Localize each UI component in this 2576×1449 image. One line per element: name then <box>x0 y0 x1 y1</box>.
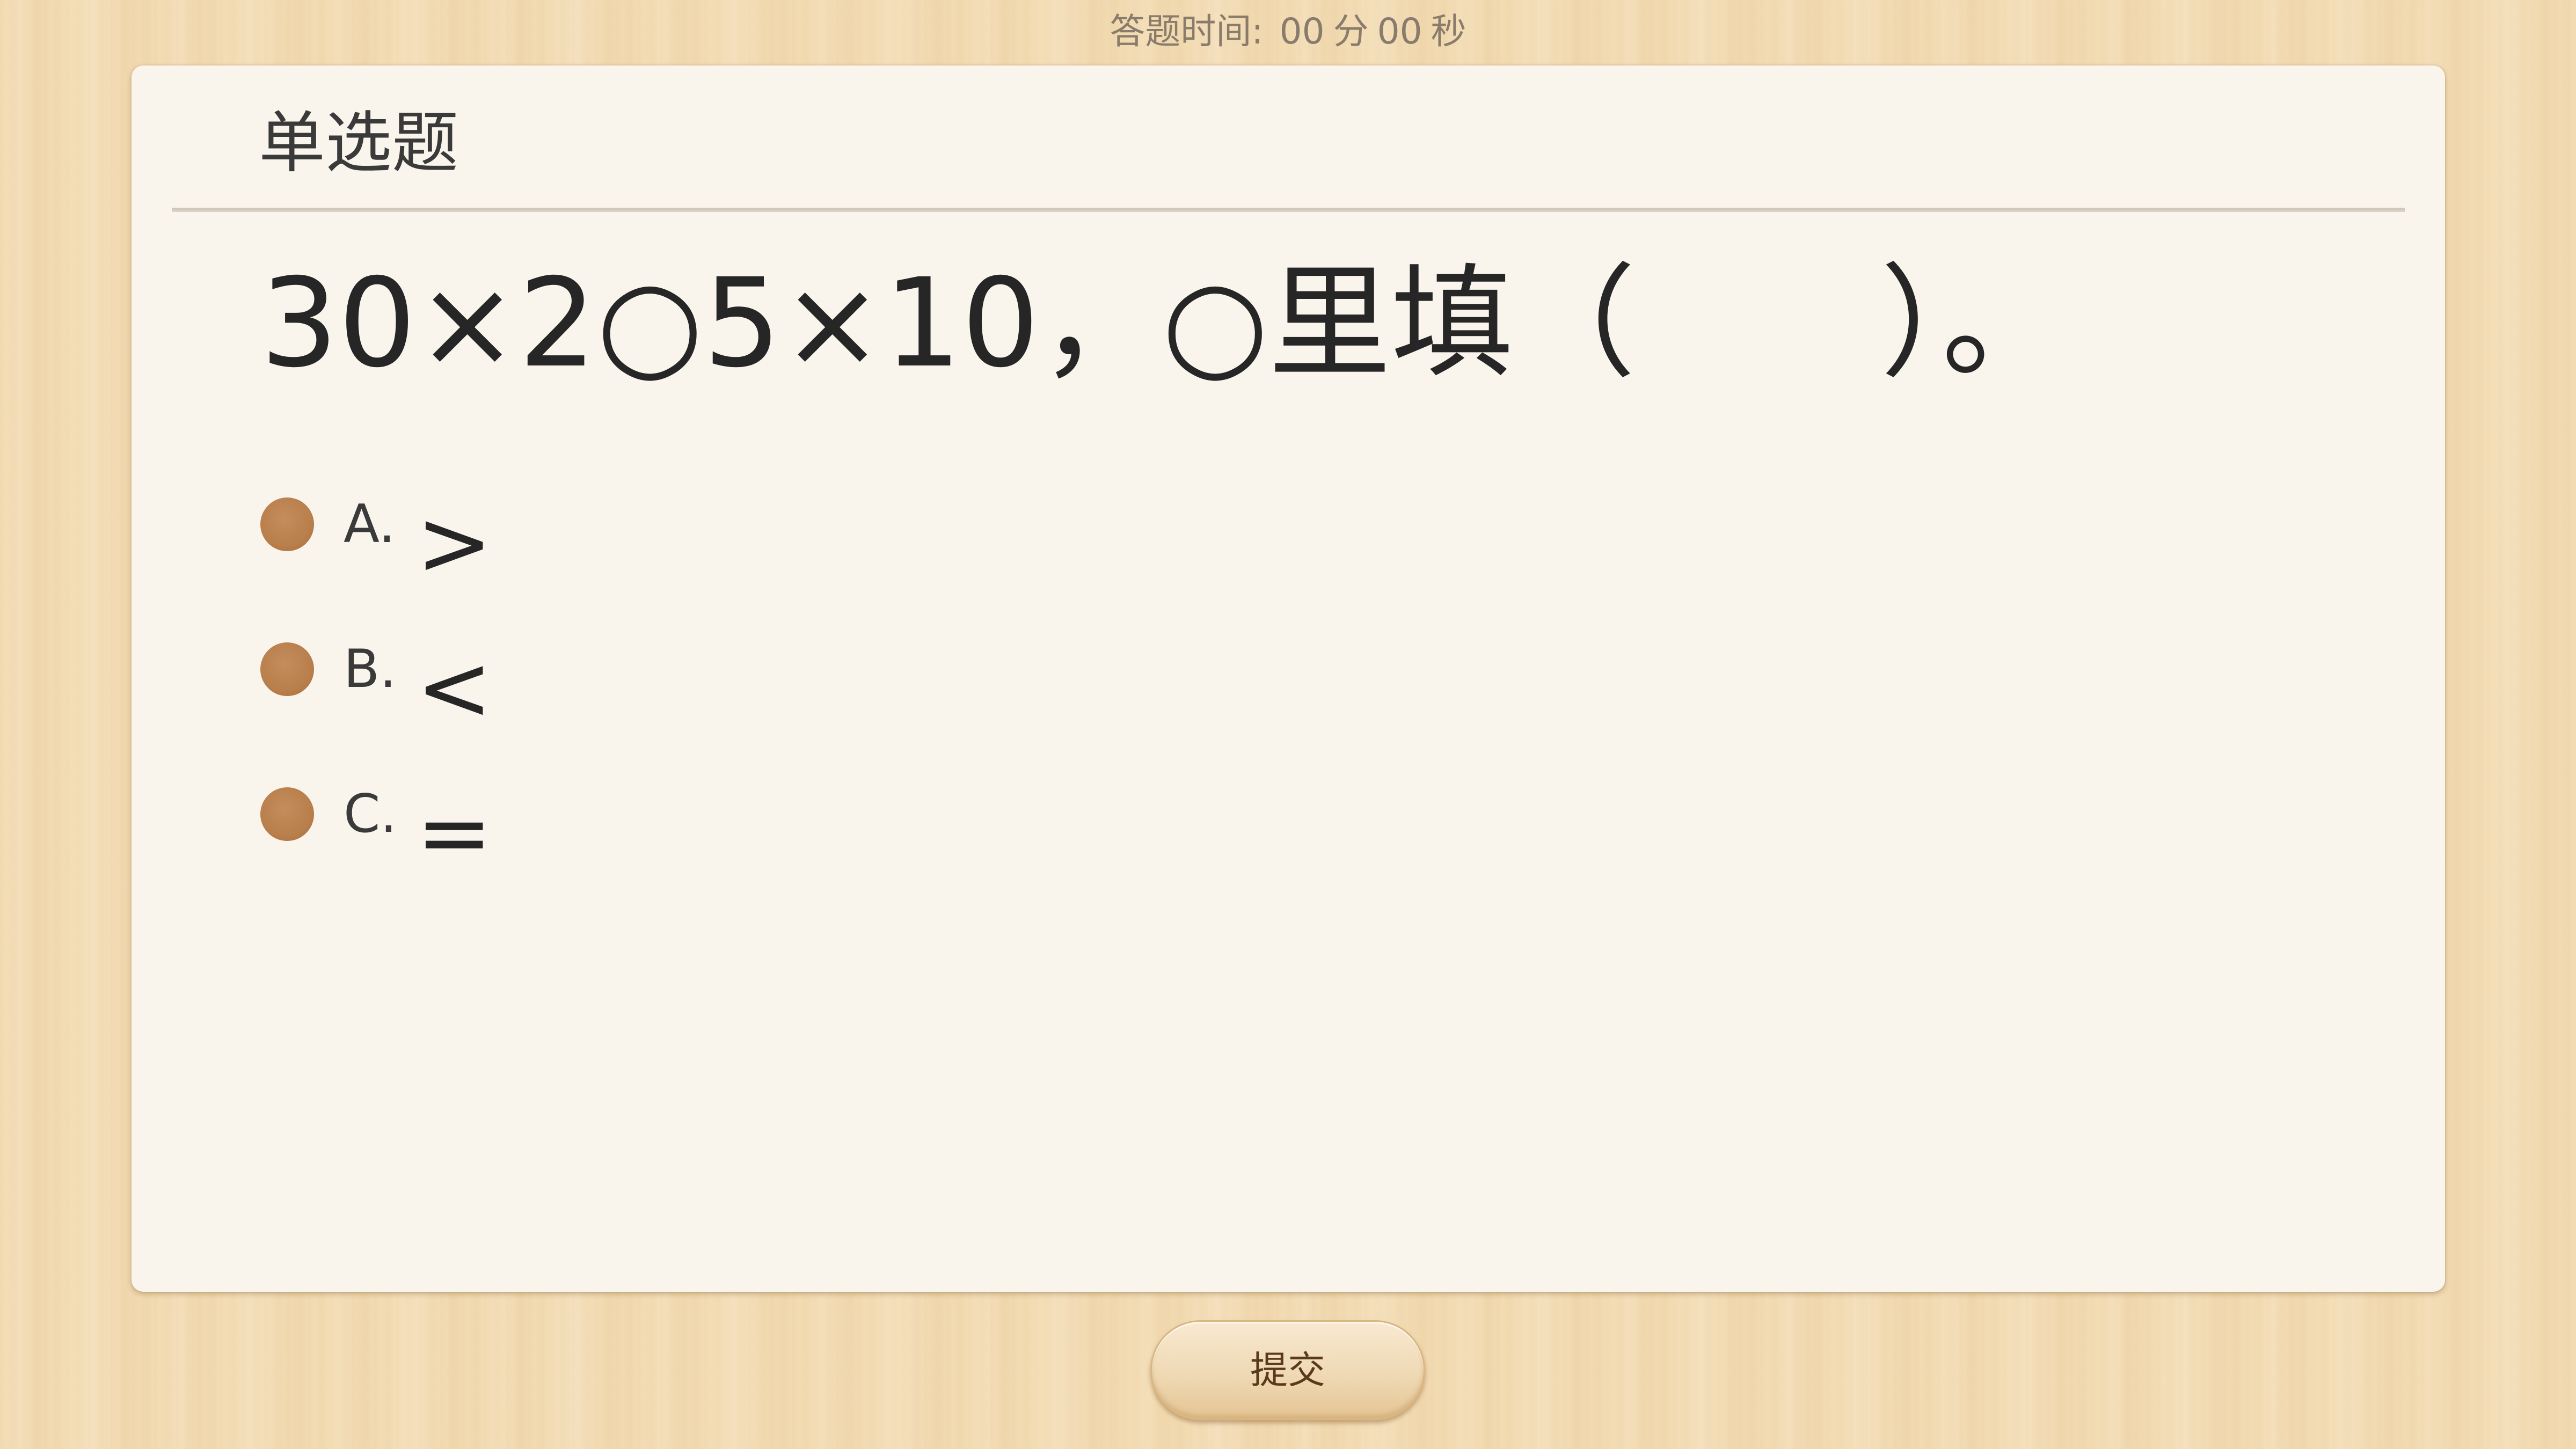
option-letter: C. <box>344 784 397 845</box>
option-letter: A. <box>344 494 396 555</box>
submit-button[interactable]: 提交 <box>1150 1320 1425 1420</box>
options-list: A. > B. < C. = <box>260 420 743 886</box>
timer-minutes-unit: 分 <box>1333 11 1369 52</box>
radio-dot-icon[interactable] <box>260 497 314 551</box>
timer-seconds-unit: 秒 <box>1431 11 1466 52</box>
answer-timer: 答题时间: 00 分 00 秒 <box>0 8 2576 56</box>
option-text: = <box>416 780 493 886</box>
radio-dot-icon[interactable] <box>260 787 314 841</box>
option-c[interactable]: C. = <box>260 709 743 886</box>
timer-label: 答题时间: <box>1110 11 1264 52</box>
option-letter: B. <box>344 639 397 700</box>
question-text: 30×2○5×10，○里填（ ）。 <box>260 252 2064 394</box>
option-b[interactable]: B. < <box>260 565 743 741</box>
timer-seconds: 00 <box>1377 11 1422 52</box>
option-a[interactable]: A. > <box>260 420 743 596</box>
question-type-title: 单选题 <box>259 105 459 182</box>
timer-minutes: 00 <box>1279 11 1325 52</box>
question-card: 单选题 30×2○5×10，○里填（ ）。 A. > B. < C. = <box>132 65 2445 1292</box>
title-divider <box>172 208 2405 212</box>
radio-dot-icon[interactable] <box>260 642 314 696</box>
